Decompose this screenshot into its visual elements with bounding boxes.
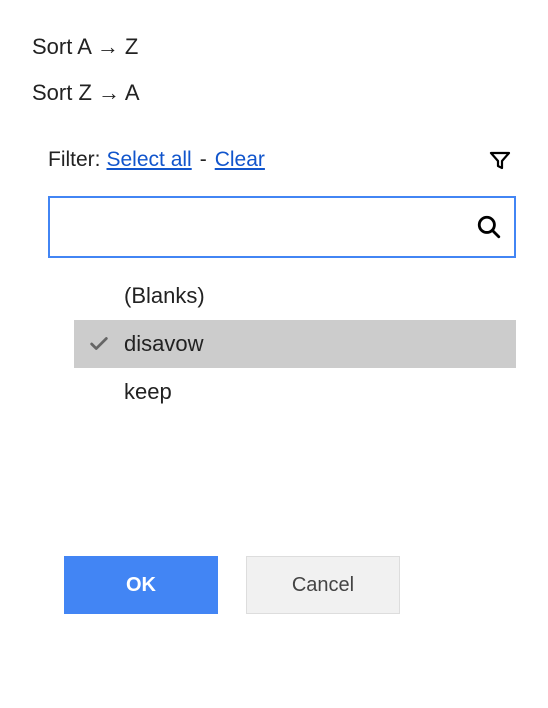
clear-link[interactable]: Clear (215, 148, 265, 172)
filter-option-keep[interactable]: keep (74, 368, 516, 416)
filter-icon[interactable] (484, 144, 516, 176)
filter-header: Filter: Select all - Clear (48, 144, 516, 176)
ok-button[interactable]: OK (64, 556, 218, 614)
sort-z-to-a[interactable]: Sort Z → A (32, 70, 516, 116)
filter-option-disavow[interactable]: disavow (74, 320, 516, 368)
select-all-link[interactable]: Select all (107, 148, 192, 172)
search-wrapper (48, 196, 516, 258)
search-icon (476, 214, 502, 240)
filter-label: Filter: (48, 148, 101, 172)
filter-search-input[interactable] (48, 196, 516, 258)
check-icon (88, 333, 124, 355)
filter-separator: - (200, 148, 207, 172)
option-label: keep (124, 379, 172, 405)
cancel-button[interactable]: Cancel (246, 556, 400, 614)
option-label: disavow (124, 331, 203, 357)
option-label: (Blanks) (124, 283, 205, 309)
button-row: OK Cancel (48, 556, 516, 614)
filter-option-blanks[interactable]: (Blanks) (74, 272, 516, 320)
sort-a-to-z[interactable]: Sort A → Z (32, 24, 516, 70)
filter-section: Filter: Select all - Clear (Blanks) (32, 144, 516, 614)
filter-header-left: Filter: Select all - Clear (48, 148, 265, 172)
filter-options-list: (Blanks) disavow keep (48, 272, 516, 416)
